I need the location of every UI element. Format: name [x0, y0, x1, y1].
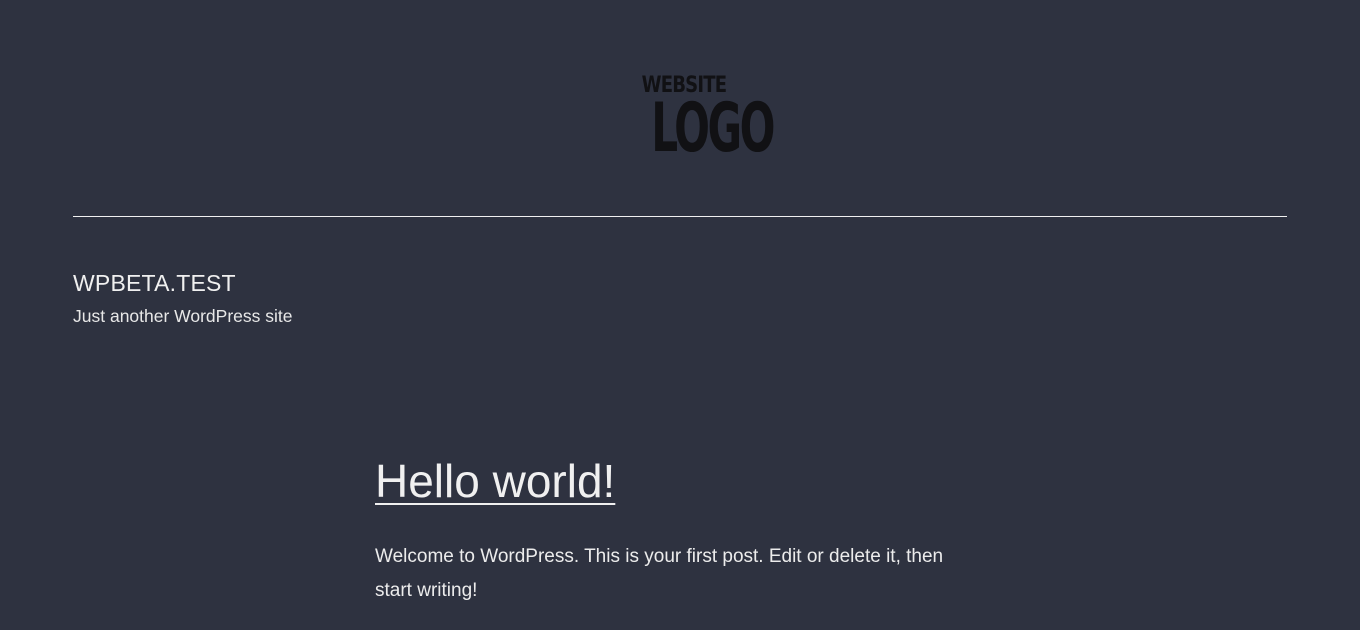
- logo-text-main: LOGO: [651, 89, 775, 168]
- post-excerpt: Welcome to WordPress. This is your first…: [375, 546, 944, 601]
- post-title-link[interactable]: Hello world!: [375, 452, 615, 510]
- site-tagline: Just another WordPress site: [73, 306, 293, 326]
- page: WEBSITE LOGO WPBETA.TEST Just another Wo…: [0, 0, 1360, 630]
- header-divider: [73, 216, 1287, 217]
- site-logo[interactable]: WEBSITE LOGO: [633, 74, 776, 170]
- site-title-link[interactable]: WPBETA.TEST: [73, 268, 236, 298]
